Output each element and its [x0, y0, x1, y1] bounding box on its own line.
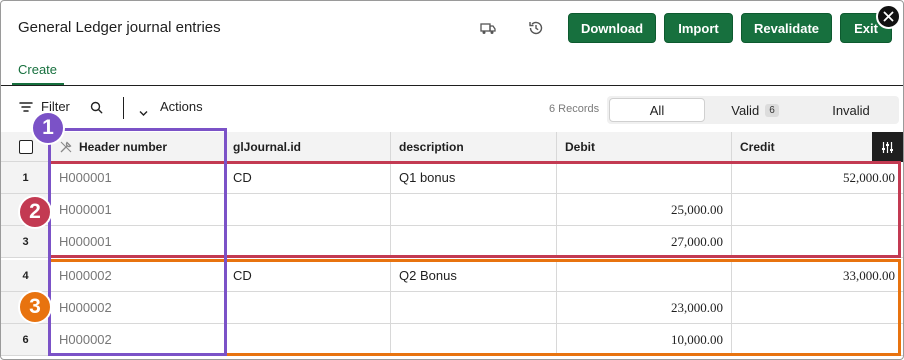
valid-count-badge: 6 — [765, 103, 779, 117]
select-all-checkbox[interactable] — [18, 139, 33, 154]
cell-gljournal-id[interactable] — [225, 292, 391, 323]
column-header-header-number[interactable]: Header number — [51, 132, 225, 161]
cell-credit[interactable]: 33,000.00 — [732, 260, 903, 291]
revalidate-button[interactable]: Revalidate — [741, 13, 832, 43]
app-window: General Ledger journal entries Download … — [0, 0, 904, 360]
cell-credit[interactable] — [732, 292, 903, 323]
cell-description[interactable] — [391, 226, 557, 257]
search-icon[interactable] — [90, 101, 103, 119]
close-icon[interactable] — [876, 4, 901, 29]
table-row[interactable]: 5 H000002 23,000.00 — [1, 292, 903, 324]
table-row[interactable]: 4 H000002 CD Q2 Bonus 33,000.00 — [1, 260, 903, 292]
cell-gljournal-id[interactable]: CD — [225, 260, 391, 291]
wrench-icon — [59, 140, 73, 154]
cell-header-number[interactable]: H000002 — [51, 292, 225, 323]
cell-debit[interactable]: 25,000.00 — [557, 194, 732, 225]
record-count: 6 Records — [549, 103, 600, 115]
cell-gljournal-id[interactable] — [225, 324, 391, 355]
column-header-gljournal-id[interactable]: glJournal.id — [225, 132, 391, 161]
cell-header-number[interactable]: H000001 — [51, 226, 225, 257]
cell-header-number[interactable]: H000001 — [51, 194, 225, 225]
segment-valid-label: Valid — [731, 102, 760, 118]
cell-description[interactable]: Q1 bonus — [391, 162, 557, 193]
segment-invalid[interactable]: Invalid — [803, 98, 899, 122]
cell-debit[interactable]: 23,000.00 — [557, 292, 732, 323]
table-row[interactable]: 3 H000001 27,000.00 — [1, 226, 903, 258]
download-button[interactable]: Download — [568, 13, 656, 43]
callout-marker-2: 2 — [18, 195, 52, 229]
cell-header-number[interactable]: H000002 — [51, 260, 225, 291]
cell-debit[interactable] — [557, 162, 732, 193]
cell-description[interactable] — [391, 324, 557, 355]
cell-debit[interactable] — [557, 260, 732, 291]
actions-menu[interactable]: Actions — [160, 99, 203, 114]
table-row[interactable]: 6 H000002 10,000.00 — [1, 324, 903, 356]
column-label: Header number — [79, 139, 168, 154]
row-number: 6 — [1, 324, 51, 355]
cell-gljournal-id[interactable] — [225, 194, 391, 225]
table-row[interactable]: 2 H000001 25,000.00 — [1, 194, 903, 226]
truck-icon[interactable] — [479, 19, 497, 37]
table-header-row: Header number glJournal.id description D… — [1, 132, 903, 162]
column-header-description[interactable]: description — [391, 132, 557, 161]
cell-header-number[interactable]: H000002 — [51, 324, 225, 355]
column-header-debit[interactable]: Debit — [557, 132, 732, 161]
cell-credit[interactable] — [732, 194, 903, 225]
tab-create[interactable]: Create — [18, 62, 57, 77]
toolbar-divider — [123, 97, 124, 119]
row-number: 3 — [1, 226, 51, 257]
cell-credit[interactable] — [732, 324, 903, 355]
cell-gljournal-id[interactable] — [225, 226, 391, 257]
cell-description[interactable]: Q2 Bonus — [391, 260, 557, 291]
cell-gljournal-id[interactable]: CD — [225, 162, 391, 193]
chevron-down-icon[interactable] — [139, 104, 148, 122]
cell-header-number[interactable]: H000001 — [51, 162, 225, 193]
cell-credit[interactable] — [732, 226, 903, 257]
callout-marker-3: 3 — [18, 290, 52, 324]
table-row[interactable]: 1 H000001 CD Q1 bonus 52,000.00 — [1, 162, 903, 194]
cell-debit[interactable]: 10,000.00 — [557, 324, 732, 355]
row-number: 1 — [1, 162, 51, 193]
cell-debit[interactable]: 27,000.00 — [557, 226, 732, 257]
segment-all[interactable]: All — [609, 98, 705, 122]
history-icon[interactable] — [527, 19, 545, 37]
filter-icon[interactable] — [19, 100, 33, 118]
cell-description[interactable] — [391, 292, 557, 323]
column-header-credit[interactable]: Credit — [732, 132, 872, 161]
column-settings-icon[interactable] — [872, 132, 903, 162]
cell-description[interactable] — [391, 194, 557, 225]
row-number: 4 — [1, 260, 51, 291]
tab-divider — [1, 85, 903, 86]
import-button[interactable]: Import — [664, 13, 733, 43]
cell-credit[interactable]: 52,000.00 — [732, 162, 903, 193]
callout-marker-1: 1 — [31, 111, 65, 145]
segment-valid[interactable]: Valid 6 — [707, 98, 803, 122]
page-title: General Ledger journal entries — [18, 19, 221, 36]
